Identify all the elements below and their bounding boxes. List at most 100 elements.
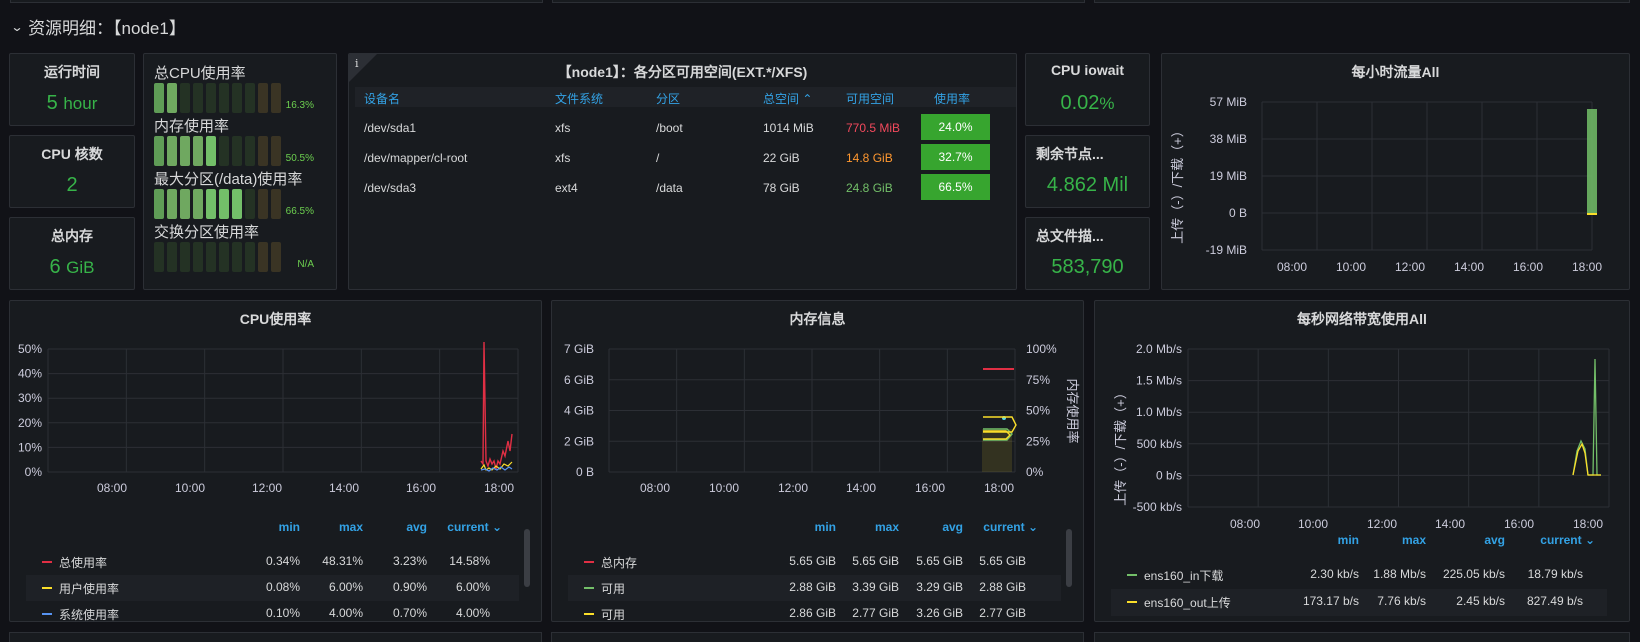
table-row[interactable]: /dev/sda3 ext4/data 78 GiB 24.8 GiB 66.5% (355, 174, 1016, 201)
legend-row[interactable]: 用户使用率 0.08% 6.00% 0.90% 6.00% (26, 575, 519, 601)
legend-header[interactable]: min (240, 520, 300, 534)
gauge-cell (232, 83, 242, 113)
column-header[interactable]: 总空间 ⌃ (763, 90, 812, 107)
legend-row[interactable]: ens160_in下载 2.30 kb/s 1.88 Mb/s 225.05 kb/s… (1111, 562, 1607, 589)
cpu-usage-chart[interactable]: 50% 40% 30% 20% 10% 0% 08:00 10:00 12:00 14:00 16:… (10, 301, 542, 511)
column-header[interactable]: 文件系统 (555, 90, 603, 107)
next-panel-3 (1094, 632, 1630, 642)
gauge-cell (271, 83, 281, 113)
y-tick-label: -19 MiB (1206, 243, 1247, 257)
legend-avg: 2.45 kb/s (1456, 594, 1505, 608)
series-line-total (480, 341, 513, 470)
column-header[interactable]: 可用空间 (846, 90, 894, 107)
mem-total-panel[interactable]: 总内存 6 GiB (9, 217, 135, 290)
legend-series-name: 可用 (601, 582, 626, 596)
gauge-label: 内存使用率 (154, 118, 230, 135)
cell-usage: 66.5% (921, 174, 990, 200)
legend-row[interactable]: 系统使用率 0.10% 4.00% 0.70% 4.00% (26, 601, 519, 621)
y-tick-label: 25% (1026, 434, 1050, 448)
x-tick-label: 08:00 (97, 481, 127, 495)
x-tick-label: 08:00 (640, 481, 670, 495)
gauge-cell (154, 83, 164, 113)
legend-header[interactable]: min (1299, 533, 1359, 547)
y-tick-label: 30% (18, 391, 42, 405)
y-axis-label: 上传（-）/下载（+） (1113, 386, 1128, 506)
legend-max: 1.88 Mb/s (1373, 567, 1426, 581)
legend-header[interactable]: current ⌄ (430, 520, 502, 534)
row-header[interactable]: ⌄ 资源明细：【node1】 (10, 14, 185, 39)
table-row[interactable]: /dev/sda1 xfs/boot 1014 MiB 770.5 MiB 24.0% (355, 114, 1016, 141)
x-tick-label: 10:00 (175, 481, 205, 495)
cpu-cores-value: 2 (66, 174, 78, 196)
x-tick-label: 14:00 (1435, 517, 1465, 531)
legend-scrollbar[interactable] (524, 529, 530, 587)
y-tick-label: -500 kb/s (1133, 500, 1182, 514)
y-tick-label: 75% (1026, 373, 1050, 387)
hourly-traffic-panel[interactable]: 每小时流量All 57 MiB 38 MiB 19 MiB 0 B -19 MiB 08:… (1161, 53, 1630, 290)
table-row[interactable]: /dev/mapper/cl-root xfs / 22 GiB 14.8 GiB 32.… (355, 144, 1016, 171)
memory-info-chart[interactable]: 7 GiB 6 GiB 4 GiB 2 GiB 0 B 100% 75% 50% 25% 0% 内存… (552, 301, 1084, 511)
file-desc-panel[interactable]: 总文件描... 583,790 (1025, 217, 1150, 290)
legend-header[interactable]: max (1366, 533, 1426, 547)
legend-row[interactable]: ens160_out上传 173.17 b/s 7.76 kb/s 2.45 kb/s… (1111, 589, 1607, 616)
legend-header[interactable]: current ⌄ (966, 520, 1038, 534)
gauges-panel[interactable]: 总CPU使用率 16.3% 内存使用率 50.5% 最大分区(/data)使用率 66.5… (143, 53, 337, 290)
legend-header[interactable]: avg (1445, 533, 1505, 547)
network-bandwidth-chart[interactable]: 2.0 Mb/s 1.5 Mb/s 1.0 Mb/s 500 kb/s 0 b/s -50… (1095, 301, 1630, 531)
legend-row[interactable]: 总使用率 0.34% 48.31% 3.23% 14.58% (26, 549, 519, 575)
prev-panel-2 (552, 0, 1085, 3)
legend-current: 4.00% (455, 606, 490, 620)
mem-total-value: 6 GiB (49, 256, 95, 278)
legend-series-name: 用户使用率 (59, 582, 120, 596)
gauge-cell (193, 242, 203, 272)
y-tick-label: 2.0 Mb/s (1136, 342, 1182, 356)
legend-header[interactable]: max (303, 520, 363, 534)
x-tick-label: 16:00 (1504, 517, 1534, 531)
legend-header[interactable]: max (839, 520, 899, 534)
legend-row[interactable]: 可用 2.86 GiB 2.77 GiB 3.26 GiB 2.77 GiB (568, 601, 1061, 621)
x-tick-label: 08:00 (1230, 517, 1260, 531)
legend-scrollbar[interactable] (1066, 529, 1072, 587)
column-header[interactable]: 使用率 (934, 90, 970, 107)
gauge-value: 50.5% (285, 153, 314, 164)
panel-title: 总文件描... (1036, 228, 1104, 244)
gauge-cell (154, 136, 164, 166)
gauge-cell (245, 242, 255, 272)
gauge-label: 最大分区(/data)使用率 (154, 171, 303, 188)
cpu-usage-panel[interactable]: CPU使用率 50% 40% 30% 20% 10% 0% 08:00 10:00 12:00 1… (9, 300, 542, 622)
gauge-value: 16.3% (285, 100, 314, 111)
hourly-traffic-chart[interactable]: 57 MiB 38 MiB 19 MiB 0 B -19 MiB 08:00 10:00 12… (1162, 54, 1630, 290)
legend-header[interactable]: current ⌄ (1523, 533, 1595, 547)
y-tick-label: 38 MiB (1210, 132, 1247, 146)
memory-info-panel[interactable]: 内存信息 7 GiB 6 GiB 4 GiB 2 GiB 0 B 100% 75% 50% 25… (551, 300, 1084, 622)
y-tick-label: 1.0 Mb/s (1136, 405, 1182, 419)
next-panel-2 (551, 632, 1084, 642)
y-tick-label: 0% (25, 465, 43, 479)
free-nodes-panel[interactable]: 剩余节点... 4.862 Mil (1025, 135, 1150, 208)
y-tick-label: 10% (18, 440, 42, 454)
y-tick-label: 57 MiB (1210, 95, 1247, 109)
gauge-cell (154, 242, 164, 272)
column-header[interactable]: 分区 (656, 90, 680, 107)
gauge-cell (180, 136, 190, 166)
gauge-cell (167, 189, 177, 219)
legend-header[interactable]: min (776, 520, 836, 534)
legend-header[interactable]: avg (903, 520, 963, 534)
legend-row[interactable]: 总内存 5.65 GiB 5.65 GiB 5.65 GiB 5.65 GiB (568, 549, 1061, 575)
fs-table-panel[interactable]: i 【node1】：各分区可用空间(EXT.*/XFS) 设备名 文件系统 分区 总空… (348, 53, 1017, 290)
column-header[interactable]: 设备名 (364, 90, 400, 107)
iowait-panel[interactable]: CPU iowait 0.02% (1025, 53, 1150, 126)
legend-series-name: ens160_out上传 (1144, 596, 1231, 610)
panel-title: 运行时间 (44, 64, 100, 80)
y-tick-label: 20% (18, 416, 42, 430)
chevron-down-icon: ⌄ (1024, 520, 1038, 534)
legend-header[interactable]: avg (367, 520, 427, 534)
cell-device: /dev/sda1 (364, 121, 417, 135)
cell-total: 78 GiB (763, 181, 800, 195)
network-bandwidth-panel[interactable]: 每秒网络带宽使用All 2.0 Mb/s 1.5 Mb/s 1.0 Mb/s 500 … (1094, 300, 1630, 622)
cell-mount: / (656, 151, 660, 165)
legend-row[interactable]: 可用 2.88 GiB 3.39 GiB 3.29 GiB 2.88 GiB (568, 575, 1061, 601)
uptime-panel[interactable]: 运行时间 5 hour (9, 53, 135, 126)
cpu-cores-panel[interactable]: CPU 核数 2 (9, 135, 135, 208)
x-tick-label: 10:00 (1336, 260, 1366, 274)
